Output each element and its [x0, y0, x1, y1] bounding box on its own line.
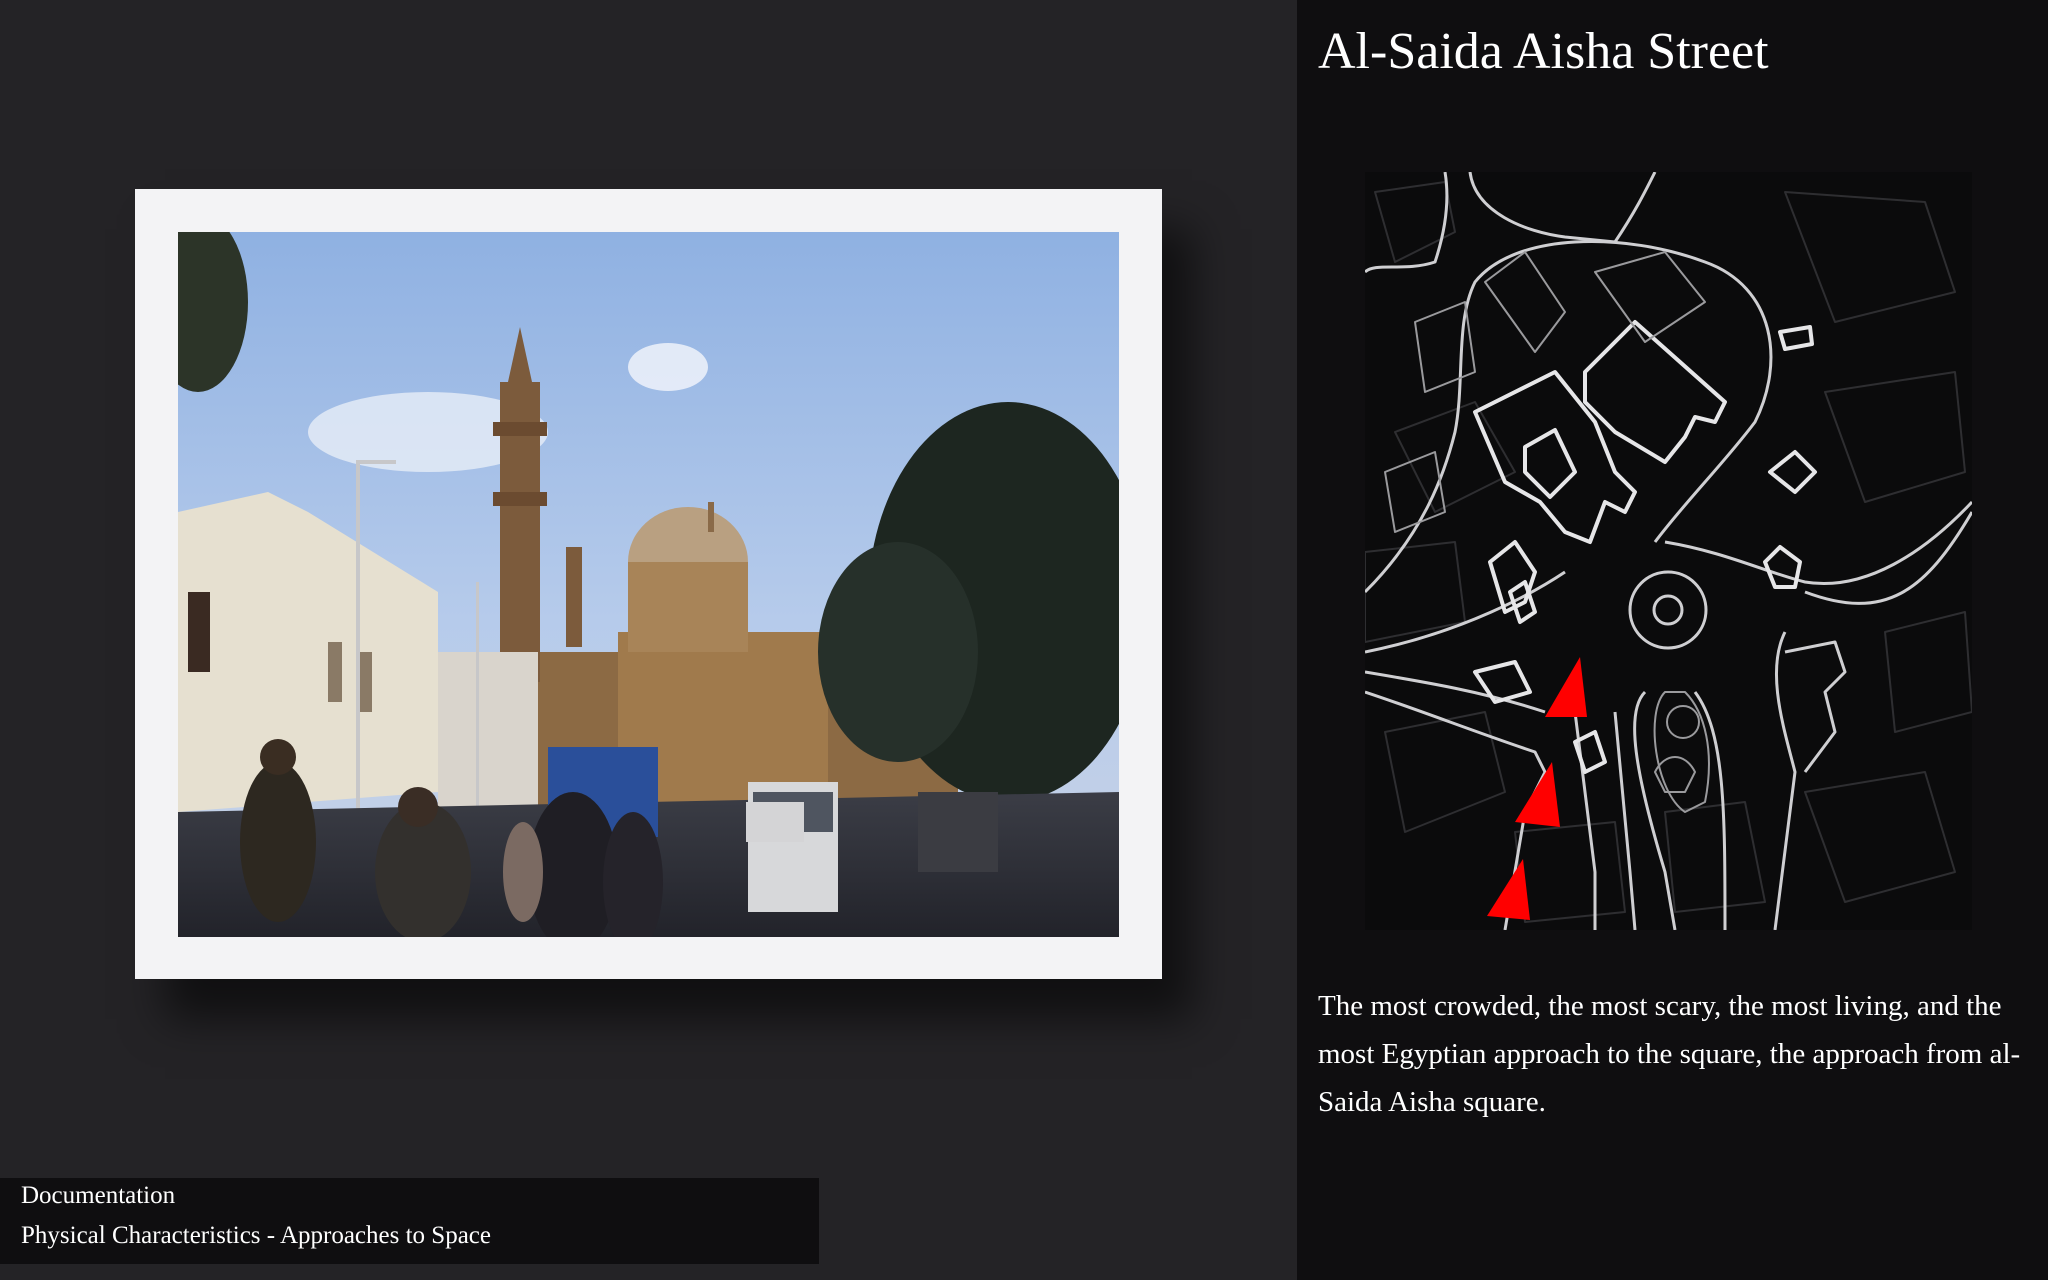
arrow-3 — [1487, 859, 1530, 920]
slide-description: The most crowded, the most scary, the mo… — [1318, 990, 2021, 1118]
arrow-1 — [1545, 657, 1587, 717]
arrow-2 — [1515, 762, 1560, 827]
footer-section: Documentation — [21, 1182, 176, 1209]
slide-title: Al-Saida Aisha Street — [1318, 23, 1769, 80]
footer-subsection: Physical Characteristics - Approaches to… — [21, 1222, 491, 1249]
photo-frame — [135, 189, 1162, 979]
street-map — [1363, 171, 1974, 931]
street-photo — [178, 232, 1119, 937]
